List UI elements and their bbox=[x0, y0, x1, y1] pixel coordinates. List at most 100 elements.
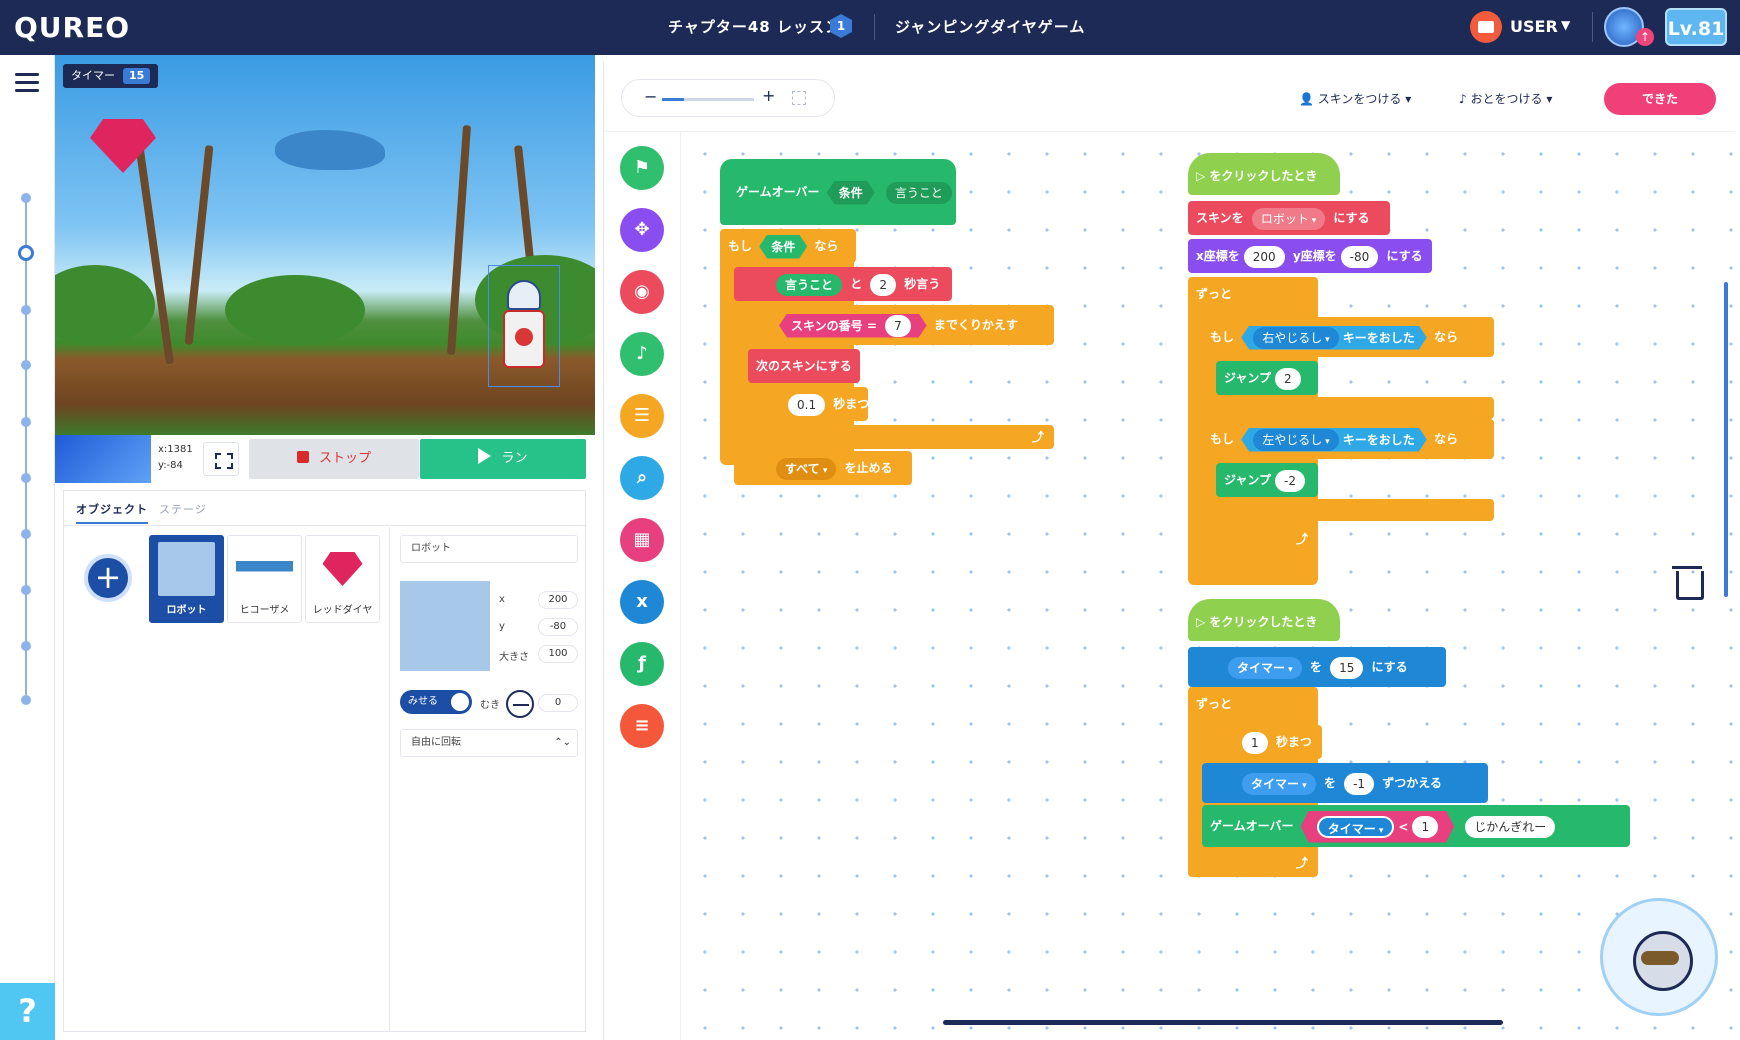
when-clicked-hat[interactable]: ▷ をクリックしたとき bbox=[1188, 599, 1340, 641]
sound-menu[interactable]: ♪ おとをつける ▾ bbox=[1459, 90, 1552, 107]
menu-icon[interactable] bbox=[15, 73, 39, 93]
jump-value[interactable]: -2 bbox=[1275, 469, 1306, 492]
say-block[interactable]: 言うこと と 2 秒言う bbox=[734, 267, 952, 301]
compare-value[interactable]: 1 bbox=[1412, 816, 1438, 838]
wait-block[interactable]: 1 秒まつ bbox=[1202, 725, 1322, 759]
variable-icon[interactable]: x bbox=[620, 580, 664, 624]
fit-icon[interactable] bbox=[792, 91, 806, 105]
progress-step[interactable] bbox=[21, 641, 31, 651]
jump-block[interactable]: ジャンプ 2 bbox=[1216, 361, 1318, 395]
function-define-block[interactable]: ゲームオーバー 条件 言うこと bbox=[720, 159, 956, 225]
stop-button[interactable]: ストップ bbox=[249, 439, 419, 479]
change-variable-block[interactable]: タイマー を -1 ずつかえる bbox=[1202, 763, 1488, 803]
param-condition[interactable]: 条件 bbox=[827, 181, 875, 205]
progress-step[interactable] bbox=[21, 305, 31, 315]
y-field[interactable]: -80 bbox=[538, 618, 578, 636]
jump-value[interactable]: 2 bbox=[1275, 367, 1301, 390]
progress-step[interactable] bbox=[21, 585, 31, 595]
variable-dropdown[interactable]: タイマー bbox=[1242, 772, 1316, 795]
skin-menu[interactable]: 👤 スキンをつける ▾ bbox=[1299, 90, 1411, 107]
zoom-slider[interactable] bbox=[662, 98, 754, 101]
set-variable-block[interactable]: タイマー を 15 にする bbox=[1188, 647, 1446, 687]
init-value[interactable]: 15 bbox=[1330, 656, 1364, 679]
progress-step[interactable] bbox=[21, 529, 31, 539]
rotation-select[interactable]: 自由に回転 bbox=[400, 729, 578, 757]
x-field[interactable]: 200 bbox=[538, 591, 578, 609]
key-dropdown[interactable]: 右やじるし bbox=[1253, 327, 1338, 349]
y-value[interactable]: -80 bbox=[1340, 245, 1379, 268]
progress-step[interactable] bbox=[21, 417, 31, 427]
progress-step[interactable] bbox=[21, 360, 31, 370]
variable-dropdown[interactable]: タイマー bbox=[1317, 816, 1395, 838]
call-gameover-block[interactable]: ゲームオーバー タイマー<1 じかんぎれー bbox=[1202, 805, 1630, 847]
key-pressed-right[interactable]: 右やじるし キーをおした bbox=[1241, 326, 1427, 350]
less-than-operator[interactable]: タイマー<1 bbox=[1301, 811, 1454, 843]
skin-dropdown[interactable]: ロボット bbox=[1251, 207, 1326, 230]
jump-block[interactable]: ジャンプ -2 bbox=[1216, 463, 1318, 497]
object-card-shark[interactable]: ヒコーザメ bbox=[227, 535, 302, 623]
say-seconds[interactable]: 2 bbox=[870, 273, 897, 296]
set-skin-block[interactable]: スキンを ロボット にする bbox=[1188, 201, 1390, 235]
next-skin-block[interactable]: 次のスキンにする bbox=[748, 349, 860, 383]
mascot-avatar[interactable] bbox=[1600, 898, 1718, 1016]
horizontal-scrollbar[interactable] bbox=[943, 1020, 1503, 1025]
condition-param[interactable]: 条件 bbox=[759, 235, 807, 259]
calc-icon[interactable]: ▦ bbox=[620, 518, 664, 562]
flag-icon[interactable]: ⚑ bbox=[620, 146, 664, 190]
key-dropdown[interactable]: 左やじるし bbox=[1253, 429, 1338, 451]
key-pressed-left[interactable]: 左やじるし キーをおした bbox=[1241, 428, 1427, 452]
qureo-logo[interactable]: QUREO bbox=[14, 11, 130, 44]
when-clicked-hat[interactable]: ▷ をクリックしたとき bbox=[1188, 153, 1340, 195]
if-key-left-block[interactable]: もし 左やじるし キーをおした なら bbox=[1202, 419, 1494, 459]
zoom-out-button[interactable]: − bbox=[644, 87, 657, 106]
run-button[interactable]: ラン bbox=[420, 439, 586, 479]
wait-value[interactable]: 0.1 bbox=[788, 393, 826, 416]
script-canvas[interactable]: ゲームオーバー 条件 言うこと もし 条件 なら 言うこと と 2 秒言う スキ… bbox=[682, 133, 1740, 1040]
search-icon[interactable]: ⌕ bbox=[620, 456, 664, 500]
forever-block[interactable]: ずっと bbox=[1188, 687, 1318, 721]
game-stage[interactable]: タイマー 15 bbox=[55, 55, 595, 435]
equals-operator[interactable]: スキンの番号 = 7 bbox=[779, 314, 927, 338]
object-name-field[interactable]: ロボット bbox=[400, 535, 578, 563]
music-icon[interactable]: ♪ bbox=[620, 332, 664, 376]
object-card-diamond[interactable]: レッドダイヤ bbox=[305, 535, 380, 623]
stage-thumbnail[interactable] bbox=[55, 435, 151, 483]
zoom-in-button[interactable]: + bbox=[762, 86, 775, 105]
param-message[interactable]: 言うこと bbox=[885, 181, 952, 204]
variable-dropdown[interactable]: タイマー bbox=[1228, 656, 1302, 679]
look-icon[interactable]: ◉ bbox=[620, 270, 664, 314]
set-xy-block[interactable]: x座標を 200 y座標を -80 にする bbox=[1188, 239, 1432, 273]
progress-step[interactable] bbox=[21, 695, 31, 705]
chevron-down-icon[interactable]: ▼ bbox=[1561, 18, 1570, 32]
done-button[interactable]: できた bbox=[1604, 83, 1716, 115]
trash-icon[interactable] bbox=[1670, 563, 1706, 600]
progress-step[interactable] bbox=[21, 473, 31, 483]
tab-stage[interactable]: ステージ bbox=[159, 501, 207, 517]
change-value[interactable]: -1 bbox=[1344, 772, 1375, 795]
direction-field[interactable]: 0 bbox=[538, 694, 578, 712]
robot-sprite[interactable] bbox=[499, 280, 549, 380]
fullscreen-icon[interactable] bbox=[203, 442, 239, 476]
wait-value[interactable]: 1 bbox=[1242, 731, 1268, 754]
say-message[interactable]: 言うこと bbox=[776, 273, 843, 296]
object-card-robot[interactable]: ロボット bbox=[149, 535, 224, 623]
gameover-message[interactable]: じかんぎれー bbox=[1465, 815, 1556, 838]
control-icon[interactable]: ☰ bbox=[620, 394, 664, 438]
repeat-until-block[interactable]: スキンの番号 = 7 までくりかえす bbox=[734, 305, 1054, 345]
forever-block[interactable]: ずっと bbox=[1188, 277, 1318, 311]
user-avatar-icon[interactable] bbox=[1470, 11, 1502, 43]
level-badge[interactable]: Lv.81 bbox=[1665, 8, 1727, 46]
add-object-button[interactable]: + bbox=[84, 554, 132, 602]
size-field[interactable]: 100 bbox=[538, 645, 578, 663]
flying-shark-sprite[interactable] bbox=[275, 130, 385, 170]
direction-dial[interactable] bbox=[506, 690, 534, 718]
wait-block[interactable]: 0.1 秒まつ bbox=[748, 387, 869, 421]
vertical-scrollbar[interactable] bbox=[1724, 282, 1728, 597]
progress-step-current[interactable] bbox=[18, 245, 34, 261]
list-icon[interactable]: ≡ bbox=[620, 704, 664, 748]
skin-number-value[interactable]: 7 bbox=[885, 315, 911, 337]
if-key-right-block[interactable]: もし 右やじるし キーをおした なら bbox=[1202, 317, 1494, 357]
stop-target[interactable]: すべて bbox=[776, 457, 837, 480]
function-icon[interactable]: ƒ bbox=[620, 642, 664, 686]
x-value[interactable]: 200 bbox=[1243, 245, 1285, 268]
